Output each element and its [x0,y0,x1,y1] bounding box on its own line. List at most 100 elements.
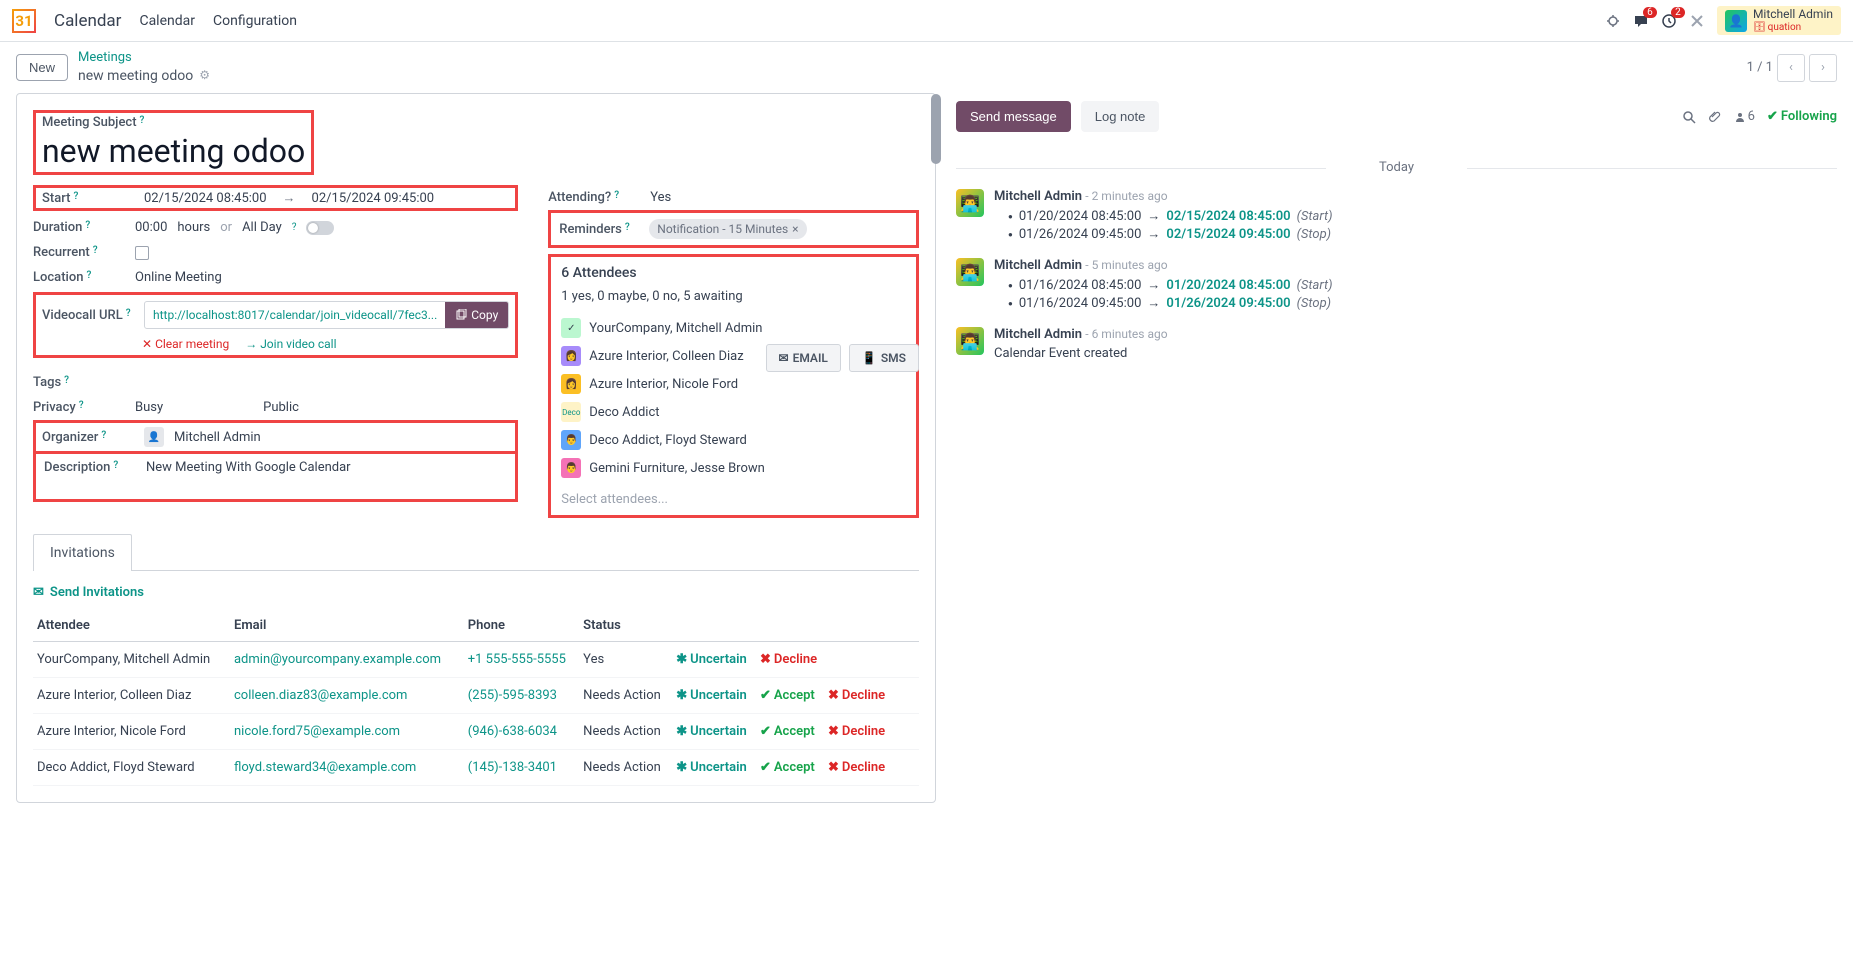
privacy-public[interactable]: Public [263,400,299,415]
chat-icon[interactable]: 6 [1633,13,1649,29]
help-icon[interactable]: ? [85,220,90,231]
new-button[interactable]: New [16,54,68,81]
user-name: Mitchell Admin [1753,8,1833,21]
accept-link[interactable]: ✔Accept [760,724,815,739]
invitations-table: Attendee Email Phone Status YourCompany,… [33,610,919,786]
pager-prev[interactable]: ‹ [1777,54,1805,82]
copy-button[interactable]: Copy [445,302,508,328]
help-icon[interactable]: ? [614,190,619,201]
phone-link[interactable]: (145)-138-3401 [468,760,557,775]
search-icon[interactable] [1682,110,1696,124]
help-icon[interactable]: ? [625,222,630,233]
scrollbar[interactable] [931,94,941,802]
email-link[interactable]: nicole.ford75@example.com [234,724,400,739]
videocall-url-group: http://localhost:8017/calendar/join_vide… [144,301,509,329]
subject-box: Meeting Subject? new meeting odoo [33,110,314,175]
recurrent-label: Recurrent? [33,245,125,260]
remove-tag-icon[interactable]: × [792,222,798,236]
help-icon[interactable]: ? [79,400,84,411]
duration-value[interactable]: 00:00 [135,220,167,235]
scroll-thumb[interactable] [931,94,941,164]
help-icon[interactable]: ? [126,308,131,319]
attendees-status: 1 yes, 0 maybe, 0 no, 5 awaiting [561,289,906,304]
table-row: Azure Interior, Colleen Diaz colleen.dia… [33,678,919,714]
location-value[interactable]: Online Meeting [135,270,222,285]
decline-link[interactable]: ✖Decline [760,652,817,667]
uncertain-link[interactable]: ✱Uncertain [676,688,746,703]
organizer-value[interactable]: Mitchell Admin [174,430,261,445]
help-icon[interactable]: ? [292,222,297,233]
log-change: ●01/20/2024 08:45:00→02/15/2024 08:45:00… [1008,208,1837,224]
description-value[interactable]: New Meeting With Google Calendar [146,460,351,475]
clock-badge: 2 [1671,7,1685,18]
attendee-row[interactable]: 👩Azure Interior, Nicole Ford [561,370,906,398]
uncertain-link[interactable]: ✱Uncertain [676,760,746,775]
user-info: Mitchell Admin 🗄 quation [1753,8,1833,32]
user-menu[interactable]: 👤 Mitchell Admin 🗄 quation [1717,6,1841,34]
avatar: 👤 [1725,10,1747,32]
attending-value: Yes [650,190,671,205]
send-invitations-link[interactable]: ✉ Send Invitations [33,585,919,600]
log-change: ●01/16/2024 09:45:00→01/26/2024 09:45:00… [1008,295,1837,311]
help-icon[interactable]: ? [93,245,98,256]
phone-link[interactable]: (255)-595-8393 [468,688,557,703]
clear-meeting-link[interactable]: ✕Clear meeting [142,337,229,351]
phone-link[interactable]: +1 555-555-5555 [468,652,566,667]
table-row: Azure Interior, Nicole Ford nicole.ford7… [33,714,919,750]
decline-link[interactable]: ✖Decline [828,760,885,775]
followers-count[interactable]: 6 [1734,109,1755,124]
tab-invitations[interactable]: Invitations [33,534,132,571]
wrench-cross-icon[interactable] [1689,13,1705,29]
email-link[interactable]: admin@yourcompany.example.com [234,652,441,667]
paperclip-icon[interactable] [1708,110,1722,124]
help-icon[interactable]: ? [73,191,78,202]
pager-count: 1 / 1 [1747,60,1773,75]
attendee-row[interactable]: ✓YourCompany, Mitchell Admin [561,314,906,342]
chatter: Send message Log note 6 ✔Following Today… [956,93,1837,803]
attendee-row[interactable]: 👨Gemini Furniture, Jesse Brown [561,454,906,482]
clock-icon[interactable]: 2 [1661,13,1677,29]
help-icon[interactable]: ? [86,270,91,281]
email-button[interactable]: ✉EMAIL [766,344,841,372]
nav-calendar[interactable]: Calendar [139,13,195,29]
organizer-label: Organizer? [42,430,134,445]
sms-button[interactable]: 📱SMS [849,344,919,372]
accept-link[interactable]: ✔Accept [760,688,815,703]
breadcrumb-parent[interactable]: Meetings [78,50,210,67]
nav-configuration[interactable]: Configuration [213,13,297,29]
following-button[interactable]: ✔Following [1767,109,1837,124]
email-link[interactable]: floyd.steward34@example.com [234,760,416,775]
email-link[interactable]: colleen.diaz83@example.com [234,688,407,703]
join-video-link[interactable]: →Join video call [245,337,336,351]
phone-link[interactable]: (946)-638-6034 [468,724,557,739]
videocall-input[interactable]: http://localhost:8017/calendar/join_vide… [145,302,445,328]
uncertain-link[interactable]: ✱Uncertain [676,652,746,667]
attendees-placeholder[interactable]: Select attendees... [561,492,906,507]
recurrent-checkbox[interactable] [135,246,149,260]
help-icon[interactable]: ? [140,115,145,126]
end-value[interactable]: 02/15/2024 09:45:00 [312,191,435,206]
subject-value[interactable]: new meeting odoo [42,132,305,170]
help-icon[interactable]: ? [64,375,69,386]
gear-icon[interactable]: ⚙ [199,68,210,84]
log-note-button[interactable]: Log note [1081,101,1160,132]
log-entry: Mitchell Admin - 5 minutes ago ●01/16/20… [956,258,1837,313]
allday-toggle[interactable] [306,221,334,235]
pager-next[interactable]: › [1809,54,1837,82]
help-icon[interactable]: ? [101,430,106,441]
uncertain-link[interactable]: ✱Uncertain [676,724,746,739]
start-value[interactable]: 02/15/2024 08:45:00 [144,191,267,206]
attendee-row[interactable]: DecoDeco Addict [561,398,906,426]
send-message-button[interactable]: Send message [956,101,1071,132]
pager: 1 / 1 ‹ › [1747,54,1837,82]
attendee-row[interactable]: 👨Deco Addict, Floyd Steward [561,426,906,454]
help-icon[interactable]: ? [113,460,118,471]
accept-link[interactable]: ✔Accept [760,760,815,775]
attending-label: Attending?? [548,190,640,205]
decline-link[interactable]: ✖Decline [828,688,885,703]
breadcrumb-bar: New Meetings new meeting odoo ⚙ 1 / 1 ‹ … [0,42,1853,93]
decline-link[interactable]: ✖Decline [828,724,885,739]
privacy-busy[interactable]: Busy [135,400,163,415]
bug-icon[interactable] [1605,13,1621,29]
reminder-tag[interactable]: Notification - 15 Minutes× [649,219,806,239]
